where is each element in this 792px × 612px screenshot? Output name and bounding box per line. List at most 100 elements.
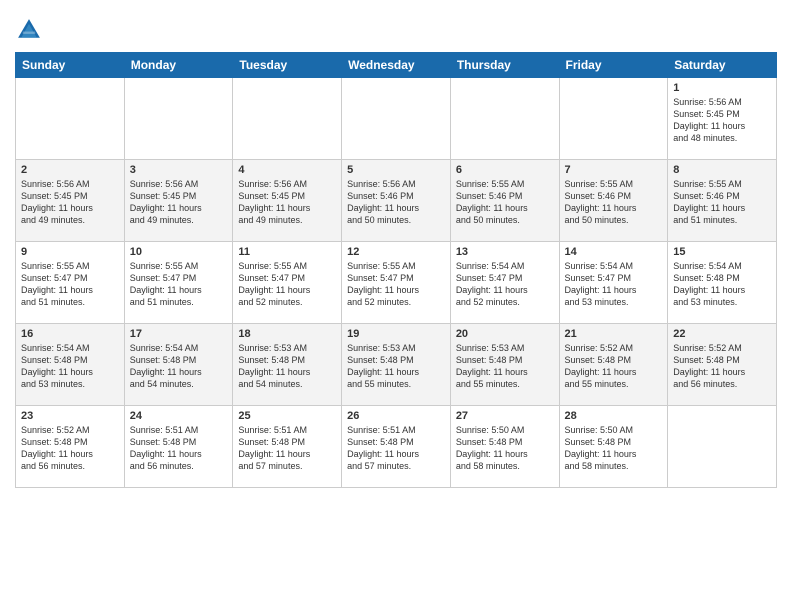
calendar-cell bbox=[342, 78, 451, 160]
day-number: 19 bbox=[347, 328, 445, 340]
day-info: Sunrise: 5:54 AM Sunset: 5:48 PM Dayligh… bbox=[21, 342, 119, 391]
calendar-header-tuesday: Tuesday bbox=[233, 53, 342, 78]
calendar-cell: 20 Sunrise: 5:53 AM Sunset: 5:48 PM Dayli… bbox=[450, 324, 559, 406]
day-info: Sunrise: 5:53 AM Sunset: 5:48 PM Dayligh… bbox=[238, 342, 336, 391]
day-info: Sunrise: 5:55 AM Sunset: 5:47 PM Dayligh… bbox=[130, 260, 228, 309]
calendar-cell: 8 Sunrise: 5:55 AM Sunset: 5:46 PM Daylig… bbox=[668, 160, 777, 242]
calendar-cell: 19 Sunrise: 5:53 AM Sunset: 5:48 PM Dayli… bbox=[342, 324, 451, 406]
calendar-cell: 25 Sunrise: 5:51 AM Sunset: 5:48 PM Dayli… bbox=[233, 406, 342, 488]
day-number: 3 bbox=[130, 164, 228, 176]
day-info: Sunrise: 5:52 AM Sunset: 5:48 PM Dayligh… bbox=[565, 342, 663, 391]
day-number: 7 bbox=[565, 164, 663, 176]
day-info: Sunrise: 5:55 AM Sunset: 5:47 PM Dayligh… bbox=[21, 260, 119, 309]
day-number: 25 bbox=[238, 410, 336, 422]
day-info: Sunrise: 5:53 AM Sunset: 5:48 PM Dayligh… bbox=[347, 342, 445, 391]
day-info: Sunrise: 5:54 AM Sunset: 5:48 PM Dayligh… bbox=[673, 260, 771, 309]
calendar-header-sunday: Sunday bbox=[16, 53, 125, 78]
calendar-cell bbox=[559, 78, 668, 160]
calendar-cell: 15 Sunrise: 5:54 AM Sunset: 5:48 PM Dayli… bbox=[668, 242, 777, 324]
day-info: Sunrise: 5:56 AM Sunset: 5:45 PM Dayligh… bbox=[673, 96, 771, 145]
day-number: 17 bbox=[130, 328, 228, 340]
day-number: 20 bbox=[456, 328, 554, 340]
calendar-cell: 11 Sunrise: 5:55 AM Sunset: 5:47 PM Dayli… bbox=[233, 242, 342, 324]
calendar-table: SundayMondayTuesdayWednesdayThursdayFrid… bbox=[15, 52, 777, 488]
calendar-week-row: 1 Sunrise: 5:56 AM Sunset: 5:45 PM Daylig… bbox=[16, 78, 777, 160]
day-number: 18 bbox=[238, 328, 336, 340]
day-number: 9 bbox=[21, 246, 119, 258]
calendar-cell: 22Sunrise: 5:52 AM Sunset: 5:48 PM Dayli… bbox=[668, 324, 777, 406]
calendar-cell: 23 Sunrise: 5:52 AM Sunset: 5:48 PM Dayli… bbox=[16, 406, 125, 488]
calendar-cell: 14 Sunrise: 5:54 AM Sunset: 5:47 PM Dayli… bbox=[559, 242, 668, 324]
day-info: Sunrise: 5:56 AM Sunset: 5:45 PM Dayligh… bbox=[130, 178, 228, 227]
calendar-cell: 17 Sunrise: 5:54 AM Sunset: 5:48 PM Dayli… bbox=[124, 324, 233, 406]
calendar-cell: 3 Sunrise: 5:56 AM Sunset: 5:45 PM Daylig… bbox=[124, 160, 233, 242]
calendar-cell: 16 Sunrise: 5:54 AM Sunset: 5:48 PM Dayli… bbox=[16, 324, 125, 406]
calendar-cell: 26Sunrise: 5:51 AM Sunset: 5:48 PM Dayli… bbox=[342, 406, 451, 488]
day-info: Sunrise: 5:56 AM Sunset: 5:45 PM Dayligh… bbox=[21, 178, 119, 227]
day-number: 15 bbox=[673, 246, 771, 258]
calendar-cell: 5Sunrise: 5:56 AM Sunset: 5:46 PM Daylig… bbox=[342, 160, 451, 242]
calendar-cell: 12 Sunrise: 5:55 AM Sunset: 5:47 PM Dayli… bbox=[342, 242, 451, 324]
calendar-cell: 27 Sunrise: 5:50 AM Sunset: 5:48 PM Dayli… bbox=[450, 406, 559, 488]
day-info: Sunrise: 5:52 AM Sunset: 5:48 PM Dayligh… bbox=[21, 424, 119, 473]
logo bbox=[15, 16, 47, 44]
day-number: 8 bbox=[673, 164, 771, 176]
day-info: Sunrise: 5:51 AM Sunset: 5:48 PM Dayligh… bbox=[130, 424, 228, 473]
day-info: Sunrise: 5:56 AM Sunset: 5:45 PM Dayligh… bbox=[238, 178, 336, 227]
calendar-week-row: 9 Sunrise: 5:55 AM Sunset: 5:47 PM Daylig… bbox=[16, 242, 777, 324]
calendar-cell: 7 Sunrise: 5:55 AM Sunset: 5:46 PM Daylig… bbox=[559, 160, 668, 242]
day-info: Sunrise: 5:51 AM Sunset: 5:48 PM Dayligh… bbox=[238, 424, 336, 473]
day-number: 2 bbox=[21, 164, 119, 176]
day-info: Sunrise: 5:56 AM Sunset: 5:46 PM Dayligh… bbox=[347, 178, 445, 227]
calendar-cell bbox=[450, 78, 559, 160]
calendar-cell: 24 Sunrise: 5:51 AM Sunset: 5:48 PM Dayli… bbox=[124, 406, 233, 488]
day-info: Sunrise: 5:54 AM Sunset: 5:47 PM Dayligh… bbox=[565, 260, 663, 309]
day-info: Sunrise: 5:54 AM Sunset: 5:47 PM Dayligh… bbox=[456, 260, 554, 309]
day-info: Sunrise: 5:54 AM Sunset: 5:48 PM Dayligh… bbox=[130, 342, 228, 391]
calendar-cell bbox=[668, 406, 777, 488]
calendar-cell bbox=[16, 78, 125, 160]
day-info: Sunrise: 5:50 AM Sunset: 5:48 PM Dayligh… bbox=[456, 424, 554, 473]
calendar-week-row: 23 Sunrise: 5:52 AM Sunset: 5:48 PM Dayli… bbox=[16, 406, 777, 488]
day-number: 14 bbox=[565, 246, 663, 258]
calendar-cell bbox=[233, 78, 342, 160]
calendar-header-monday: Monday bbox=[124, 53, 233, 78]
calendar-cell: 18 Sunrise: 5:53 AM Sunset: 5:48 PM Dayli… bbox=[233, 324, 342, 406]
day-info: Sunrise: 5:53 AM Sunset: 5:48 PM Dayligh… bbox=[456, 342, 554, 391]
day-info: Sunrise: 5:55 AM Sunset: 5:46 PM Dayligh… bbox=[456, 178, 554, 227]
day-info: Sunrise: 5:50 AM Sunset: 5:48 PM Dayligh… bbox=[565, 424, 663, 473]
calendar-cell: 21 Sunrise: 5:52 AM Sunset: 5:48 PM Dayli… bbox=[559, 324, 668, 406]
day-number: 21 bbox=[565, 328, 663, 340]
calendar-cell: 28 Sunrise: 5:50 AM Sunset: 5:48 PM Dayli… bbox=[559, 406, 668, 488]
calendar-cell: 2 Sunrise: 5:56 AM Sunset: 5:45 PM Daylig… bbox=[16, 160, 125, 242]
day-info: Sunrise: 5:55 AM Sunset: 5:46 PM Dayligh… bbox=[565, 178, 663, 227]
day-number: 27 bbox=[456, 410, 554, 422]
logo-icon bbox=[15, 16, 43, 44]
day-number: 1 bbox=[673, 82, 771, 94]
calendar-header-friday: Friday bbox=[559, 53, 668, 78]
header bbox=[15, 10, 777, 44]
day-info: Sunrise: 5:55 AM Sunset: 5:46 PM Dayligh… bbox=[673, 178, 771, 227]
day-number: 12 bbox=[347, 246, 445, 258]
calendar-cell bbox=[124, 78, 233, 160]
calendar-header-saturday: Saturday bbox=[668, 53, 777, 78]
calendar-header-row: SundayMondayTuesdayWednesdayThursdayFrid… bbox=[16, 53, 777, 78]
day-number: 22 bbox=[673, 328, 771, 340]
calendar-header-wednesday: Wednesday bbox=[342, 53, 451, 78]
day-number: 16 bbox=[21, 328, 119, 340]
calendar-cell: 1 Sunrise: 5:56 AM Sunset: 5:45 PM Daylig… bbox=[668, 78, 777, 160]
day-number: 24 bbox=[130, 410, 228, 422]
calendar-cell: 6Sunrise: 5:55 AM Sunset: 5:46 PM Daylig… bbox=[450, 160, 559, 242]
calendar-header-thursday: Thursday bbox=[450, 53, 559, 78]
calendar-week-row: 16 Sunrise: 5:54 AM Sunset: 5:48 PM Dayli… bbox=[16, 324, 777, 406]
day-number: 28 bbox=[565, 410, 663, 422]
calendar-cell: 4Sunrise: 5:56 AM Sunset: 5:45 PM Daylig… bbox=[233, 160, 342, 242]
day-number: 10 bbox=[130, 246, 228, 258]
day-number: 23 bbox=[21, 410, 119, 422]
day-info: Sunrise: 5:55 AM Sunset: 5:47 PM Dayligh… bbox=[347, 260, 445, 309]
day-number: 13 bbox=[456, 246, 554, 258]
day-number: 26 bbox=[347, 410, 445, 422]
day-number: 11 bbox=[238, 246, 336, 258]
page: SundayMondayTuesdayWednesdayThursdayFrid… bbox=[0, 0, 792, 612]
day-info: Sunrise: 5:55 AM Sunset: 5:47 PM Dayligh… bbox=[238, 260, 336, 309]
